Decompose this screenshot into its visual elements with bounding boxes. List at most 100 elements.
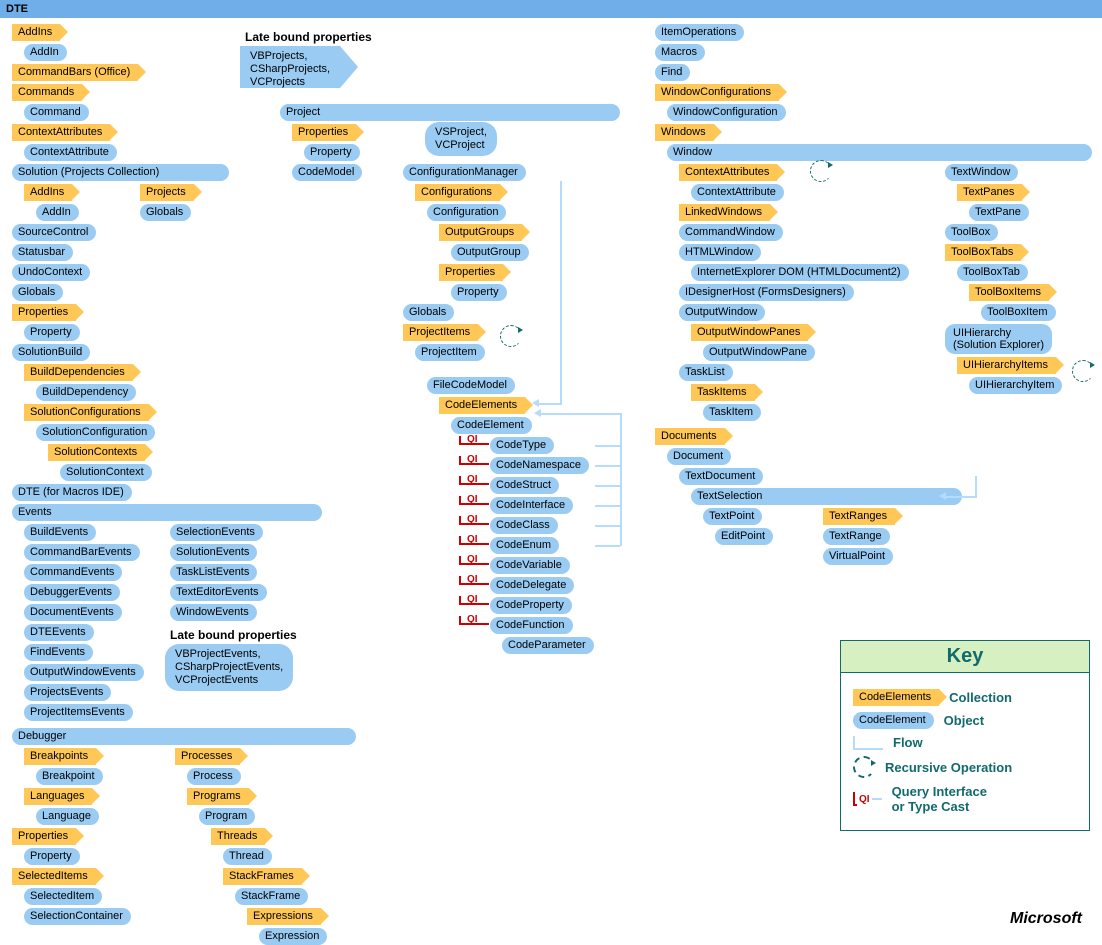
config-property: Property <box>451 284 507 301</box>
language: Language <box>36 808 99 825</box>
flow-line <box>595 445 620 447</box>
flow-line <box>945 496 975 498</box>
recursive-icon <box>853 756 875 778</box>
outputgroup: OutputGroup <box>451 244 529 261</box>
textpanes: TextPanes <box>957 184 1022 201</box>
tasklistevents: TaskListEvents <box>170 564 257 581</box>
solution-globals: Globals <box>140 204 191 221</box>
flow-line <box>595 505 620 507</box>
arrowhead-icon <box>532 399 539 407</box>
ie-dom: InternetExplorer DOM (HTMLDocument2) <box>691 264 909 281</box>
addins: AddIns <box>12 24 60 41</box>
win-contextattribute: ContextAttribute <box>691 184 784 201</box>
solutionconfigurations: SolutionConfigurations <box>24 404 149 421</box>
late-bound-projects: VBProjects, CSharpProjects, VCProjects <box>240 46 340 88</box>
codestruct: CodeStruct <box>490 477 559 494</box>
window: Window <box>667 144 1092 161</box>
breakpoint: Breakpoint <box>36 768 103 785</box>
textpane: TextPane <box>969 204 1029 221</box>
statusbar: Statusbar <box>12 244 73 261</box>
toolboxitem: ToolBoxItem <box>981 304 1056 321</box>
builddependencies: BuildDependencies <box>24 364 133 381</box>
windowevents: WindowEvents <box>170 604 257 621</box>
undocontext: UndoContext <box>12 264 90 281</box>
solutioncontexts: SolutionContexts <box>48 444 145 461</box>
dte-property: Property <box>24 848 80 865</box>
toolboxtab: ToolBoxTab <box>957 264 1028 281</box>
buildevents: BuildEvents <box>24 524 96 541</box>
codevariable: CodeVariable <box>490 557 570 574</box>
uihierarchyitem: UIHierarchyItem <box>969 377 1062 394</box>
dte-macros-ide: DTE (for Macros IDE) <box>12 484 132 501</box>
selecteditems: SelectedItems <box>12 868 96 885</box>
solutionevents: SolutionEvents <box>170 544 257 561</box>
taskitems: TaskItems <box>691 384 755 401</box>
builddependency: BuildDependency <box>36 384 136 401</box>
commandwindow: CommandWindow <box>679 224 783 241</box>
selecteditem: SelectedItem <box>24 888 102 905</box>
program: Program <box>199 808 255 825</box>
document: Document <box>667 448 731 465</box>
dteevents: DTEEvents <box>24 624 94 641</box>
textdocument: TextDocument <box>679 468 763 485</box>
key-title: Key <box>841 641 1089 673</box>
codefunction: CodeFunction <box>490 617 573 634</box>
microsoft-logo: Microsoft <box>1010 910 1082 928</box>
key-object-label: Object <box>944 713 984 728</box>
texteditorevents: TextEditorEvents <box>170 584 267 601</box>
property: Property <box>24 324 80 341</box>
codeinterface: CodeInterface <box>490 497 573 514</box>
solution-addins: AddIns <box>24 184 72 201</box>
expressions: Expressions <box>247 908 321 925</box>
codeparameter: CodeParameter <box>502 637 594 654</box>
uihierarchyitems: UIHierarchyItems <box>957 357 1056 374</box>
breakpoints: Breakpoints <box>24 748 96 765</box>
key-flow-label: Flow <box>893 735 923 750</box>
stackframe: StackFrame <box>235 888 308 905</box>
processes: Processes <box>175 748 240 765</box>
selectioncontainer: SelectionContainer <box>24 908 131 925</box>
textrange: TextRange <box>823 528 890 545</box>
codedelegate: CodeDelegate <box>490 577 574 594</box>
debugger: Debugger <box>12 728 356 745</box>
late-bound-events-title: Late bound properties <box>170 628 297 642</box>
stackframes: StackFrames <box>223 868 302 885</box>
configuration: Configuration <box>427 204 506 221</box>
findevents: FindEvents <box>24 644 93 661</box>
toolboxtabs: ToolBoxTabs <box>945 244 1021 261</box>
flow-line <box>595 525 620 527</box>
flow-icon <box>853 736 883 750</box>
events: Events <box>12 504 322 521</box>
programs: Programs <box>187 788 249 805</box>
contextattributes: ContextAttributes <box>12 124 110 141</box>
projectitem: ProjectItem <box>415 344 485 361</box>
process: Process <box>187 768 241 785</box>
vsproject: VSProject, VCProject <box>425 122 497 156</box>
outputwindowpanes: OutputWindowPanes <box>691 324 808 341</box>
project-properties: Properties <box>292 124 356 141</box>
flow-line <box>595 465 620 467</box>
expression: Expression <box>259 928 327 945</box>
codeelements: CodeElements <box>439 397 525 414</box>
commandbarevents: CommandBarEvents <box>24 544 140 561</box>
codetype: CodeType <box>490 437 554 454</box>
outputwindow: OutputWindow <box>679 304 765 321</box>
dte-root-header: DTE <box>0 0 1102 18</box>
debuggerevents: DebuggerEvents <box>24 584 120 601</box>
tasklist: TaskList <box>679 364 733 381</box>
textselection: TextSelection <box>691 488 962 505</box>
thread: Thread <box>223 848 272 865</box>
late-bound-projects-title: Late bound properties <box>245 30 372 44</box>
projectitems: ProjectItems <box>403 324 478 341</box>
properties: Properties <box>12 304 76 321</box>
solutioncontext: SolutionContext <box>60 464 152 481</box>
projects: Projects <box>140 184 194 201</box>
arrowhead-icon <box>939 492 946 500</box>
uihierarchy: UIHierarchy (Solution Explorer) <box>945 324 1052 354</box>
find: Find <box>655 64 690 81</box>
config-properties: Properties <box>439 264 503 281</box>
codeproperty: CodeProperty <box>490 597 572 614</box>
codenamespace: CodeNamespace <box>490 457 589 474</box>
flow-line <box>560 181 562 405</box>
projectsevents: ProjectsEvents <box>24 684 111 701</box>
